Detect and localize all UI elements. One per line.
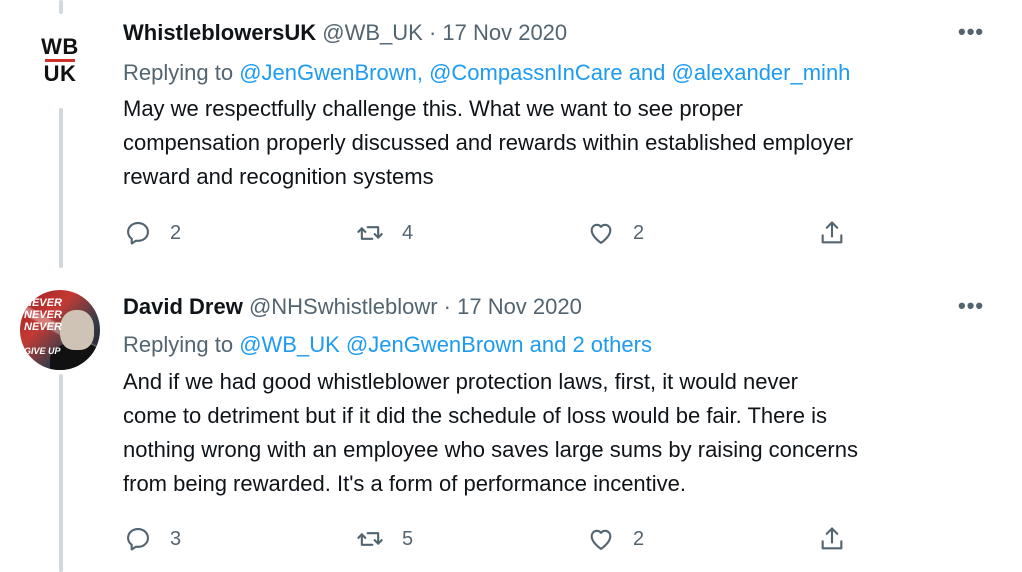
retweet-count: 4 xyxy=(402,221,414,244)
avatar-face xyxy=(60,310,94,350)
avatar-caption: NEVER xyxy=(24,321,62,333)
avatar-logo-text: UK xyxy=(43,60,77,86)
like-count: 2 xyxy=(633,221,645,244)
reply-icon xyxy=(127,528,149,551)
avatar-logo-text: WB xyxy=(41,33,79,59)
tweet-header: WhistleblowersUK @WB_UK · 17 Nov 2020 xyxy=(123,20,567,46)
share-icon xyxy=(821,527,843,550)
author-handle-date[interactable]: @NHSwhistleblowr · 17 Nov 2020 xyxy=(249,294,582,319)
retweet-button[interactable]: 5 xyxy=(356,525,413,553)
tweet-2[interactable]: NEVER NEVER NEVER GIVE UP David Drew @NH… xyxy=(0,268,1022,572)
mention-separator: and xyxy=(622,60,672,85)
replying-to: Replying to @WB_UK @JenGwenBrown and 2 o… xyxy=(123,332,652,358)
tweet-text: And if we had good whistleblower protect… xyxy=(123,365,1003,501)
tweet-text-line: come to detriment but if it did the sche… xyxy=(123,403,827,428)
like-count: 2 xyxy=(633,527,645,550)
heart-icon xyxy=(590,223,612,244)
retweet-count: 5 xyxy=(402,527,414,550)
others-link[interactable]: and 2 others xyxy=(524,332,652,357)
more-options-icon[interactable]: ••• xyxy=(958,19,984,45)
avatar-caption: NEVER xyxy=(24,297,62,309)
like-button[interactable]: 2 xyxy=(587,219,644,247)
tweet-text-line: nothing wrong with an employee who saves… xyxy=(123,437,858,462)
reply-button[interactable]: 3 xyxy=(124,525,181,553)
retweet-button[interactable]: 4 xyxy=(356,219,413,247)
reply-count: 2 xyxy=(170,221,182,244)
like-button[interactable]: 2 xyxy=(587,525,644,553)
retweet-icon xyxy=(357,226,383,240)
tweet-text-line: from being rewarded. It's a form of perf… xyxy=(123,471,687,496)
retweet-icon xyxy=(357,532,383,546)
mention-link[interactable]: @JenGwenBrown xyxy=(239,60,417,85)
tweet-1[interactable]: WB UK WhistleblowersUK @WB_UK · 17 Nov 2… xyxy=(0,0,1022,268)
avatar-caption: NEVER xyxy=(24,309,62,321)
more-options-icon[interactable]: ••• xyxy=(958,293,984,319)
tweet-header: David Drew @NHSwhistleblowr · 17 Nov 202… xyxy=(123,294,582,320)
tweet-text: May we respectfully challenge this. What… xyxy=(123,92,1003,194)
share-icon xyxy=(821,221,843,244)
tweet-text-line: reward and recognition systems xyxy=(123,164,434,189)
share-button[interactable] xyxy=(818,525,846,553)
replying-to-label: Replying to xyxy=(123,60,240,85)
avatar-david-drew[interactable]: NEVER NEVER NEVER GIVE UP xyxy=(20,290,100,370)
avatar-whistleblowersuk[interactable]: WB UK xyxy=(20,20,100,100)
reply-button[interactable]: 2 xyxy=(124,219,181,247)
replying-to-label: Replying to xyxy=(123,332,240,357)
tweet-text-line: And if we had good whistleblower protect… xyxy=(123,369,799,394)
tweet-text-line: May we respectfully challenge this. What… xyxy=(123,96,743,121)
author-handle-date[interactable]: @WB_UK · 17 Nov 2020 xyxy=(322,20,567,45)
reply-icon xyxy=(127,222,149,245)
avatar-caption: GIVE UP xyxy=(24,346,61,356)
heart-icon xyxy=(590,529,612,550)
author-name[interactable]: WhistleblowersUK xyxy=(123,20,316,45)
replying-to: Replying to @JenGwenBrown, @CompassnInCa… xyxy=(123,60,850,86)
mention-link[interactable]: @WB_UK xyxy=(239,332,340,357)
author-name[interactable]: David Drew xyxy=(123,294,243,319)
mention-link[interactable]: @alexander_minh xyxy=(672,60,851,85)
mention-link[interactable]: @CompassnInCare xyxy=(429,60,623,85)
reply-count: 3 xyxy=(170,527,182,550)
mention-separator: , xyxy=(416,60,430,85)
tweet-text-line: compensation properly discussed and rewa… xyxy=(123,130,854,155)
mention-link[interactable]: @JenGwenBrown xyxy=(346,332,524,357)
share-button[interactable] xyxy=(818,219,846,247)
